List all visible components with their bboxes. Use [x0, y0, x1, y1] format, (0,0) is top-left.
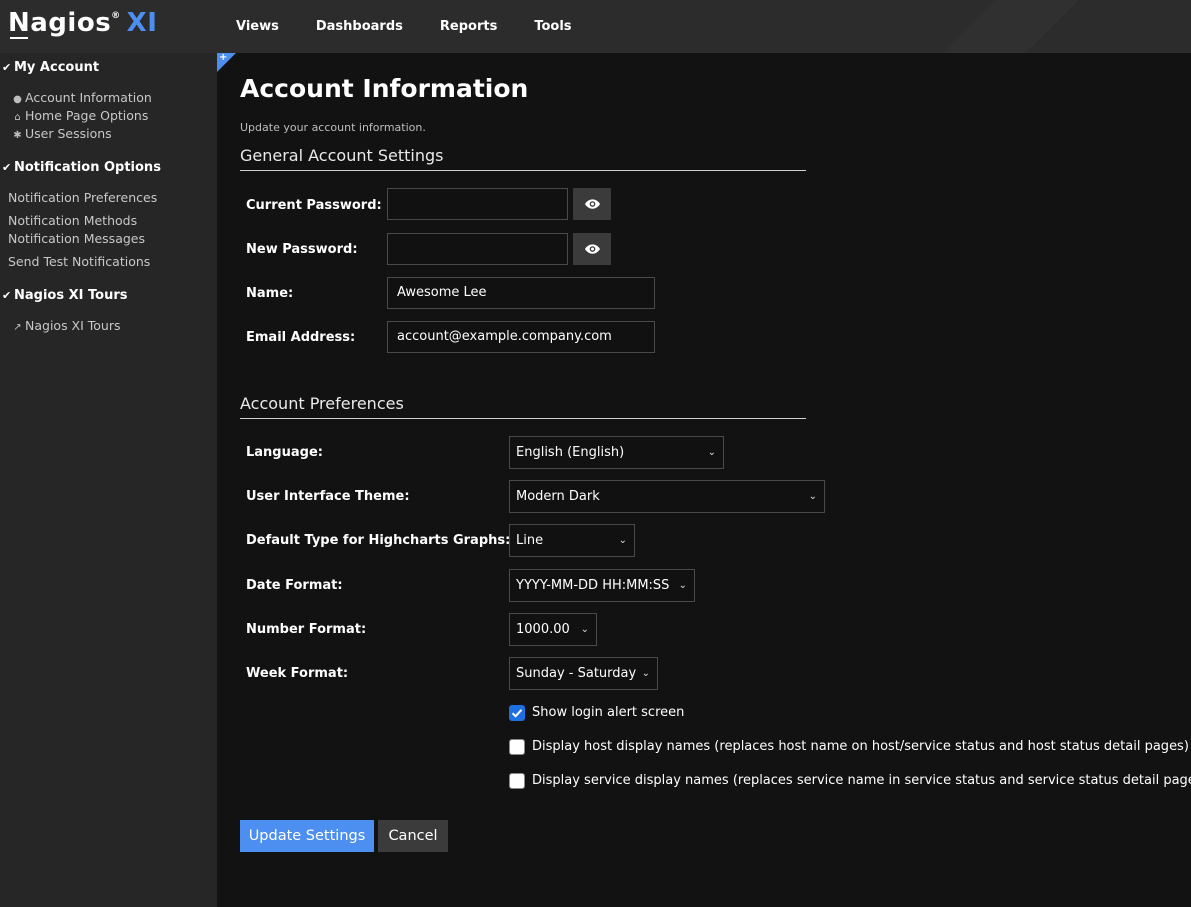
divider: [240, 170, 806, 171]
sidebar-section-title: Nagios XI Tours: [14, 288, 128, 303]
asterisk-icon: ✱: [13, 130, 22, 141]
eye-icon: [584, 199, 600, 209]
update-settings-button[interactable]: Update Settings: [240, 820, 374, 852]
chevron-down-icon: ✔: [2, 161, 12, 174]
sidebar-item-send-test-notifications[interactable]: Send Test Notifications: [8, 254, 150, 269]
nav-reports[interactable]: Reports: [440, 19, 497, 34]
week-format-select[interactable]: Sunday - Saturday ⌄: [509, 657, 658, 690]
new-password-input[interactable]: [387, 233, 568, 265]
sidebar-item-label: Account Information: [25, 90, 152, 105]
chevron-down-icon: ⌄: [618, 535, 627, 546]
checkmark-icon: [511, 709, 523, 718]
sidebar-section-title: My Account: [14, 60, 100, 75]
sidebar-section-nagios-xi-tours[interactable]: ✔ Nagios XI Tours: [2, 288, 127, 303]
week-format-label: Week Format:: [246, 666, 349, 681]
theme-select[interactable]: Modern Dark ⌄: [509, 480, 825, 513]
sidebar-item-label: Home Page Options: [25, 108, 149, 123]
chevron-down-icon: ⌄: [641, 668, 650, 679]
language-selected-value: English (English): [516, 445, 625, 460]
email-label: Email Address:: [246, 330, 356, 345]
date-format-selected-value: YYYY-MM-DD HH:MM:SS: [516, 578, 670, 593]
page-subtitle: Update your account information.: [240, 121, 426, 134]
show-login-alert-label[interactable]: Show login alert screen: [532, 705, 684, 720]
logo-text: Nagios: [8, 8, 112, 38]
account-preferences-heading: Account Preferences: [240, 394, 404, 413]
new-password-label: New Password:: [246, 242, 358, 257]
page-title: Account Information: [240, 74, 529, 103]
external-link-icon: ↗: [13, 322, 22, 333]
home-icon: ⌂: [14, 112, 21, 123]
name-label: Name:: [246, 286, 294, 301]
main-nav: Views Dashboards Reports Tools: [236, 0, 609, 53]
number-format-selected-value: 1000.00: [516, 622, 570, 637]
theme-label: User Interface Theme:: [246, 489, 410, 504]
logo-registered-mark: ®: [111, 11, 121, 21]
logo-suffix: XI: [126, 8, 158, 38]
chevron-down-icon: ✔: [2, 289, 12, 302]
nav-dashboards[interactable]: Dashboards: [316, 19, 403, 34]
chevron-down-icon: ⌄: [808, 491, 817, 502]
chevron-down-icon: ⌄: [707, 447, 716, 458]
divider: [240, 418, 806, 419]
sidebar-section-notification-options[interactable]: ✔ Notification Options: [2, 160, 161, 175]
sidebar-item-label: User Sessions: [25, 126, 112, 141]
current-password-input[interactable]: [387, 188, 568, 220]
chevron-down-icon: ⌄: [678, 580, 687, 591]
theme-selected-value: Modern Dark: [516, 489, 600, 504]
sidebar-item-nagios-xi-tours[interactable]: ↗ Nagios XI Tours: [10, 318, 121, 333]
sidebar: ✔ My Account ● Account Information ⌂ Home P…: [0, 53, 217, 907]
service-display-names-label[interactable]: Display service display names (replaces …: [532, 773, 1191, 788]
language-label: Language:: [246, 445, 323, 460]
nagios-xi-logo[interactable]: Nagios® XI: [8, 8, 157, 38]
number-format-select[interactable]: 1000.00 ⌄: [509, 613, 597, 646]
sidebar-section-my-account[interactable]: ✔ My Account: [2, 60, 99, 75]
service-display-names-checkbox[interactable]: [509, 773, 525, 789]
sidebar-section-title: Notification Options: [14, 160, 161, 175]
name-input[interactable]: Awesome Lee: [387, 277, 655, 309]
nav-views[interactable]: Views: [236, 19, 279, 34]
sidebar-item-home-page-options[interactable]: ⌂ Home Page Options: [10, 108, 148, 123]
sidebar-item-user-sessions[interactable]: ✱ User Sessions: [10, 126, 112, 141]
top-navbar: Nagios® XI Views Dashboards Reports Tools: [0, 0, 1191, 53]
cancel-button[interactable]: Cancel: [378, 820, 448, 852]
user-icon: ●: [13, 94, 22, 105]
show-current-password-button[interactable]: [573, 188, 611, 220]
chevron-down-icon: ✔: [2, 61, 12, 74]
general-settings-heading: General Account Settings: [240, 146, 444, 165]
logo-underline: [10, 37, 28, 39]
nav-tools[interactable]: Tools: [534, 19, 571, 34]
sidebar-item-label: Nagios XI Tours: [25, 318, 121, 333]
show-new-password-button[interactable]: [573, 233, 611, 265]
sidebar-item-account-information[interactable]: ● Account Information: [10, 90, 152, 105]
chart-type-select[interactable]: Line ⌄: [509, 524, 635, 557]
chart-type-selected-value: Line: [516, 533, 544, 548]
sidebar-item-notification-preferences[interactable]: Notification Preferences: [8, 190, 157, 205]
show-login-alert-checkbox[interactable]: [509, 705, 525, 721]
sidebar-item-notification-messages[interactable]: Notification Messages: [8, 231, 145, 246]
week-format-selected-value: Sunday - Saturday: [516, 666, 637, 681]
sidebar-item-notification-methods[interactable]: Notification Methods: [8, 213, 137, 228]
date-format-select[interactable]: YYYY-MM-DD HH:MM:SS ⌄: [509, 569, 695, 602]
current-password-label: Current Password:: [246, 198, 382, 213]
date-format-label: Date Format:: [246, 578, 343, 593]
host-display-names-checkbox[interactable]: [509, 739, 525, 755]
email-input[interactable]: account@example.company.com: [387, 321, 655, 353]
plus-icon: +: [219, 52, 228, 63]
eye-icon: [584, 244, 600, 254]
host-display-names-label[interactable]: Display host display names (replaces hos…: [532, 739, 1189, 754]
chevron-down-icon: ⌄: [580, 624, 589, 635]
chart-type-label: Default Type for Highcharts Graphs:: [246, 533, 511, 548]
number-format-label: Number Format:: [246, 622, 367, 637]
language-select[interactable]: English (English) ⌄: [509, 436, 724, 469]
